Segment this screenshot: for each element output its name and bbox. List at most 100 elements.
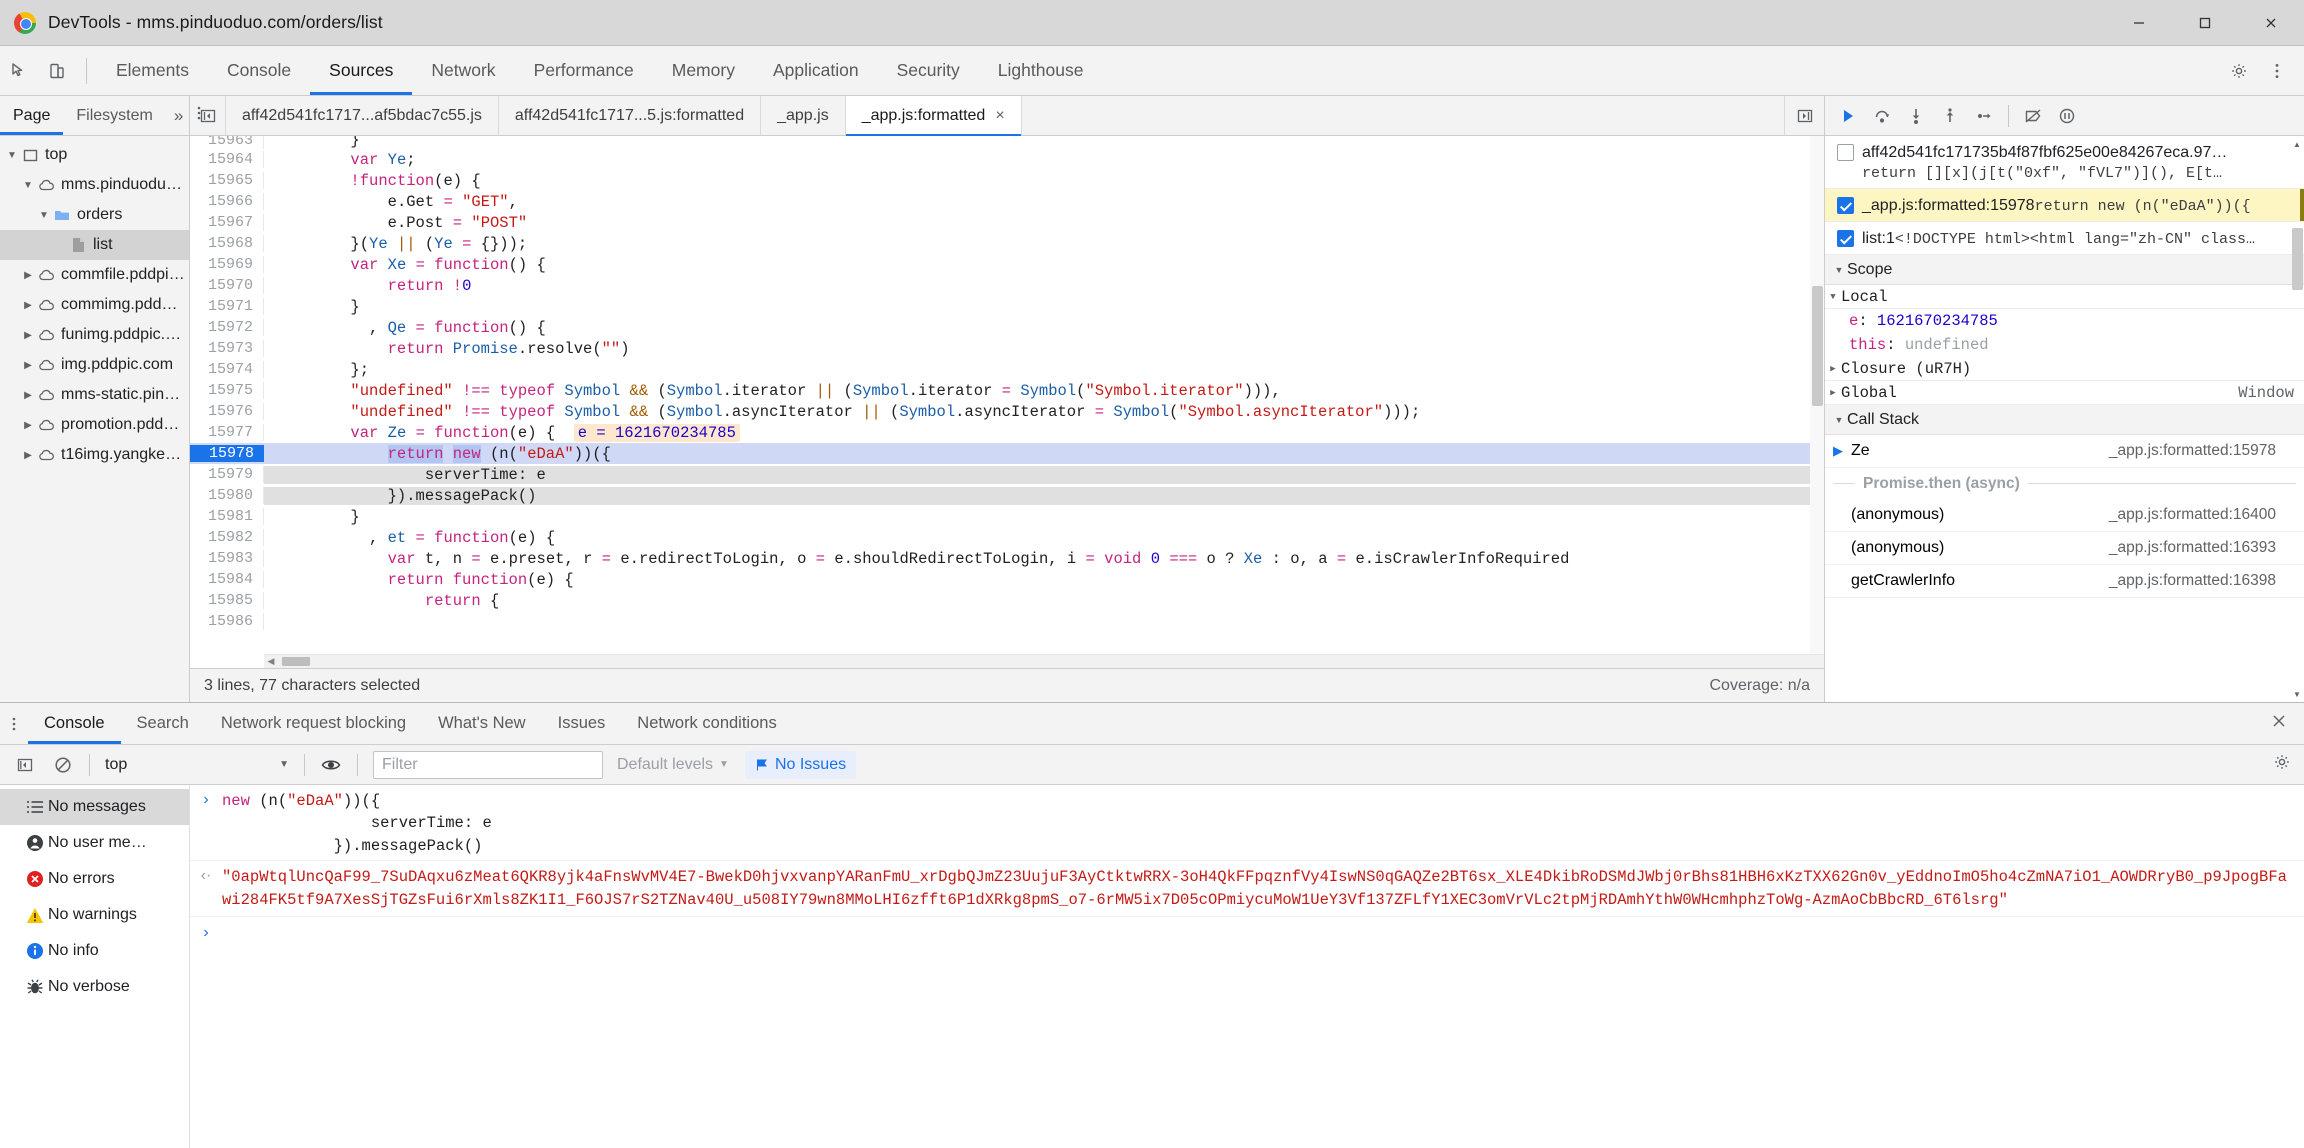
console-sidebar-bug[interactable]: No verbose: [0, 969, 189, 1005]
code-line-15978[interactable]: 15978 return new (n("eDaA"))({: [190, 443, 1824, 464]
tab-security[interactable]: Security: [878, 46, 979, 95]
tab-memory[interactable]: Memory: [653, 46, 754, 95]
close-button[interactable]: [2238, 0, 2304, 46]
line-number[interactable]: 15973: [190, 340, 264, 357]
code-vertical-scrollbar[interactable]: [1810, 136, 1824, 654]
twisty-collapsed-icon[interactable]: ▶: [20, 300, 36, 311]
line-number[interactable]: 15966: [190, 193, 264, 210]
code-horizontal-scroll-thumb[interactable]: [282, 657, 310, 666]
editor-tab-3-active[interactable]: _app.js:formatted ×: [845, 96, 1022, 136]
twisty-collapsed-icon[interactable]: ▶: [1825, 364, 1841, 374]
nav-more-tabs-button[interactable]: »: [166, 106, 191, 126]
debugger-vertical-scrollbar[interactable]: ▲ ▼: [2290, 136, 2304, 702]
twisty-collapsed-icon[interactable]: ▶: [20, 270, 36, 281]
code-line-15972[interactable]: 15972 , Qe = function() {: [190, 317, 1824, 338]
breakpoint-item[interactable]: list:1<!DOCTYPE html><html lang="zh-CN" …: [1825, 222, 2304, 255]
more-options-icon[interactable]: [2258, 52, 2296, 90]
code-line-15976[interactable]: 15976 "undefined" !== typeof Symbol && (…: [190, 401, 1824, 422]
inspect-element-icon[interactable]: [0, 52, 38, 90]
code-line-15975[interactable]: 15975 "undefined" !== typeof Symbol && (…: [190, 380, 1824, 401]
scope-section-header[interactable]: ▼ Scope: [1825, 255, 2304, 285]
console-log-levels-selector[interactable]: Default levels ▼: [611, 756, 735, 774]
drawer-close-icon[interactable]: [2254, 712, 2304, 735]
call-stack-frame[interactable]: ▶ Ze _app.js:formatted:15978: [1825, 435, 2304, 468]
line-number[interactable]: 15970: [190, 277, 264, 294]
code-line-15979[interactable]: 15979 serverTime: e: [190, 464, 1824, 485]
twisty-collapsed-icon[interactable]: ▶: [20, 330, 36, 341]
issues-status-badge[interactable]: No Issues: [744, 750, 857, 779]
code-line-15980[interactable]: 15980 }).messagePack(): [190, 485, 1824, 506]
code-line-15968[interactable]: 15968 }(Ye || (Ye = {}));: [190, 233, 1824, 254]
code-line-15985[interactable]: 15985 return {: [190, 590, 1824, 611]
navigator-more-options-icon[interactable]: [191, 104, 217, 127]
scope-group-local[interactable]: ▼ Local: [1825, 285, 2304, 309]
line-number[interactable]: 15972: [190, 319, 264, 336]
settings-gear-icon[interactable]: [2220, 52, 2258, 90]
line-number[interactable]: 15978: [190, 445, 264, 462]
console-context-selector[interactable]: top ▼: [97, 751, 297, 779]
scope-group-closure[interactable]: ▶ Closure (uR7H): [1825, 357, 2304, 381]
line-number[interactable]: 15983: [190, 550, 264, 567]
scope-group-global[interactable]: ▶ Global Window: [1825, 381, 2304, 405]
tab-lighthouse[interactable]: Lighthouse: [979, 46, 1103, 95]
editor-tab-1[interactable]: aff42d541fc1717...5.js:formatted: [498, 96, 762, 135]
tree-item-orders[interactable]: ▼ orders: [0, 200, 189, 230]
line-number[interactable]: 15980: [190, 487, 264, 504]
live-expression-eye-icon[interactable]: [312, 746, 350, 784]
call-stack-frame[interactable]: (anonymous) _app.js:formatted:16400: [1825, 499, 2304, 532]
code-line-15977[interactable]: 15977 var Ze = function(e) { e = 1621670…: [190, 422, 1824, 443]
code-line-15973[interactable]: 15973 return Promise.resolve(""): [190, 338, 1824, 359]
code-line-15971[interactable]: 15971 }: [190, 296, 1824, 317]
console-settings-gear-icon[interactable]: [2272, 752, 2304, 777]
drawer-more-options-icon[interactable]: [0, 715, 28, 733]
code-editor[interactable]: 15963 } 15964 var Ye; 15965 !function(e) {…: [190, 136, 1824, 668]
line-number[interactable]: 15979: [190, 466, 264, 483]
line-number[interactable]: 15967: [190, 214, 264, 231]
twisty-collapsed-icon[interactable]: ▶: [20, 420, 36, 431]
line-number[interactable]: 15977: [190, 424, 264, 441]
debugger-scroll-thumb[interactable]: [2292, 228, 2303, 290]
drawer-tab-issues[interactable]: Issues: [542, 703, 622, 744]
editor-tab-close-icon[interactable]: ×: [995, 107, 1004, 124]
code-line-15969[interactable]: 15969 var Xe = function() {: [190, 254, 1824, 275]
breakpoint-item[interactable]: _app.js:formatted:15978return new (n("eD…: [1825, 189, 2304, 222]
scope-property[interactable]: e: 1621670234785: [1825, 309, 2304, 333]
drawer-tab-console[interactable]: Console: [28, 703, 121, 744]
line-number[interactable]: 15965: [190, 172, 264, 189]
twisty-collapsed-icon[interactable]: ▶: [20, 390, 36, 401]
line-number[interactable]: 15981: [190, 508, 264, 525]
line-number[interactable]: 15985: [190, 592, 264, 609]
line-number[interactable]: 15969: [190, 256, 264, 273]
drawer-tab-network-conditions[interactable]: Network conditions: [621, 703, 792, 744]
call-stack-section-header[interactable]: ▼ Call Stack: [1825, 405, 2304, 435]
code-line-15974[interactable]: 15974 };: [190, 359, 1824, 380]
pause-on-exceptions-icon[interactable]: [2050, 99, 2084, 133]
tab-console[interactable]: Console: [208, 46, 310, 95]
code-line-15967[interactable]: 15967 e.Post = "POST": [190, 212, 1824, 233]
console-sidebar-warning[interactable]: No warnings: [0, 897, 189, 933]
maximize-button[interactable]: [2172, 0, 2238, 46]
console-prompt[interactable]: ›: [190, 917, 2304, 948]
editor-tabs-overflow-right-icon[interactable]: [1784, 96, 1824, 135]
code-line-15981[interactable]: 15981 }: [190, 506, 1824, 527]
twisty-collapsed-icon[interactable]: ▶: [1825, 388, 1841, 398]
code-line-15984[interactable]: 15984 return function(e) {: [190, 569, 1824, 590]
console-sidebar-list[interactable]: No messages: [0, 789, 189, 825]
twisty-expanded-icon[interactable]: ▼: [1825, 292, 1841, 302]
code-horizontal-scrollbar[interactable]: ◀: [264, 654, 1824, 668]
tab-network[interactable]: Network: [412, 46, 514, 95]
line-number[interactable]: 15968: [190, 235, 264, 252]
twisty-collapsed-icon[interactable]: ▶: [20, 360, 36, 371]
editor-tab-2[interactable]: _app.js: [761, 96, 846, 135]
code-line-15965[interactable]: 15965 !function(e) {: [190, 170, 1824, 191]
console-sidebar-user[interactable]: No user me…: [0, 825, 189, 861]
console-sidebar-toggle-icon[interactable]: [6, 746, 44, 784]
tree-item-funimg-pddpic-com[interactable]: ▶ funimg.pddpic.com: [0, 320, 189, 350]
tree-item-list[interactable]: list: [0, 230, 189, 260]
device-toolbar-icon[interactable]: [38, 52, 76, 90]
tab-elements[interactable]: Elements: [97, 46, 208, 95]
call-stack-frame[interactable]: getCrawlerInfo _app.js:formatted:16398: [1825, 565, 2304, 598]
code-line-15982[interactable]: 15982 , et = function(e) {: [190, 527, 1824, 548]
debugger-sections-scroll[interactable]: aff42d541fc171735b4f87fbf625e00e84267eca…: [1825, 136, 2304, 702]
line-number[interactable]: 15984: [190, 571, 264, 588]
